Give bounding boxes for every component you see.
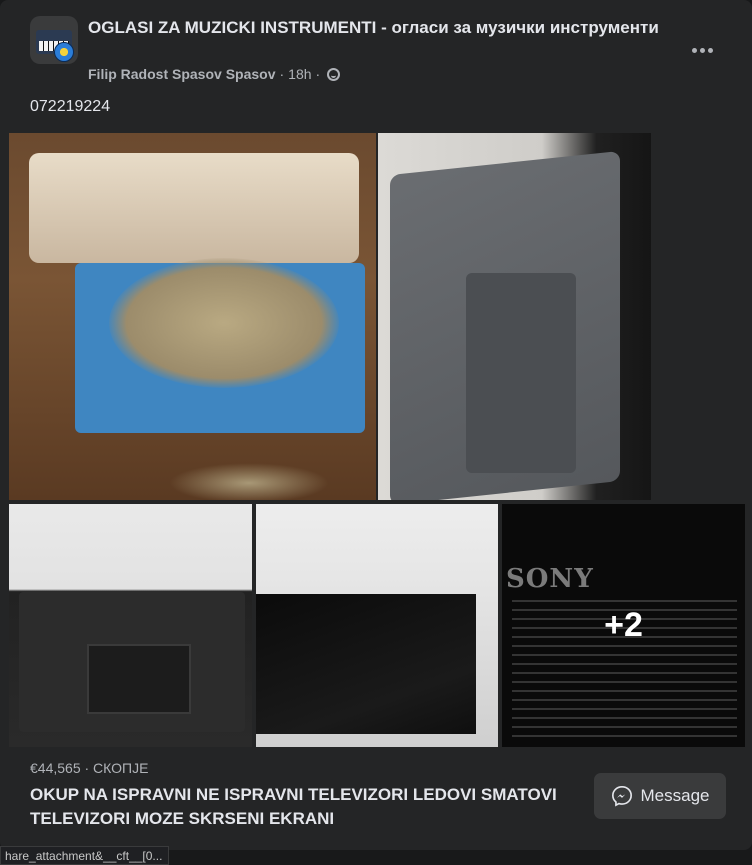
photo-tv-rear-panel[interactable] [9, 504, 252, 747]
post-card: OGLASI ZA MUZICKI INSTRUMENTI - огласи з… [0, 0, 752, 850]
meta-separator: · [279, 66, 285, 82]
photo-sony-label[interactable]: SONY +2 [502, 504, 745, 747]
browser-status-url: hare_attachment&__cft__[0... [0, 846, 170, 865]
photo-coins-on-bed[interactable] [9, 133, 376, 500]
message-button[interactable]: Message [594, 773, 726, 819]
post-time-link[interactable]: 18h [288, 66, 311, 82]
listing-info: €44,565 · СКОПЈЕ OKUP NA ISPRAVNI NE ISP… [30, 760, 590, 831]
globe-icon[interactable] [327, 67, 341, 81]
message-button-label: Message [640, 786, 710, 805]
messenger-icon [611, 786, 632, 807]
post-body-text: 072219224 [30, 98, 111, 115]
price-location: €44,565 · СКОПЈЕ [30, 760, 149, 776]
author-name-link[interactable]: Filip Radost Spasov Spasov [88, 66, 276, 82]
listing-title[interactable]: OKUP NA ISPRAVNI NE ISPRAVNI TELEVIZORI … [30, 783, 590, 831]
more-options-icon[interactable] [684, 38, 720, 62]
post-header: OGLASI ZA MUZICKI INSTRUMENTI - огласи з… [20, 12, 736, 88]
photo-tv-back[interactable] [378, 133, 651, 500]
meta-separator-2: · [315, 66, 321, 82]
group-name-link[interactable]: OGLASI ZA MUZICKI INSTRUMENTI - огласи з… [88, 16, 688, 39]
photo-tv-screen[interactable] [256, 504, 498, 747]
group-avatar[interactable] [30, 16, 78, 64]
post-meta: Filip Radost Spasov Spasov · 18h · [88, 66, 341, 82]
more-photos-count[interactable]: +2 [502, 504, 745, 747]
disc-icon [54, 42, 74, 62]
